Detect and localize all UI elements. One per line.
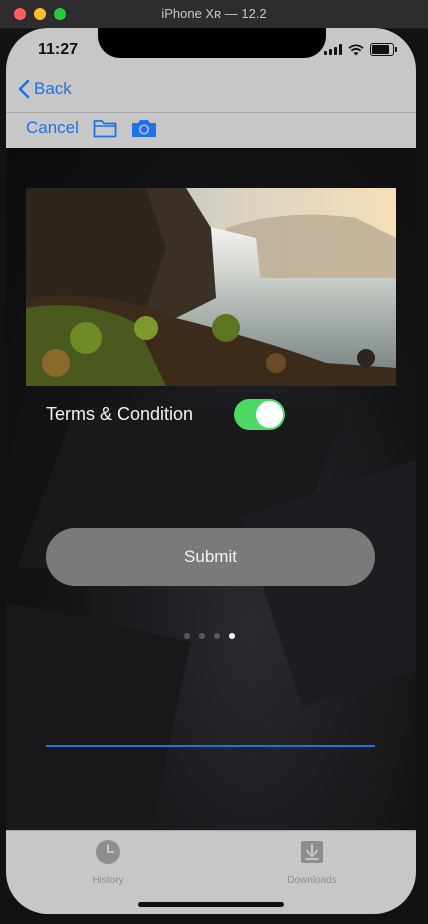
iphone-frame: 11:27 Back Cancel Terms & Condition Subm… (6, 28, 416, 914)
folder-icon[interactable] (93, 117, 117, 139)
tab-downloads[interactable]: Downloads (252, 839, 372, 886)
tab-history[interactable]: History (48, 839, 168, 886)
clock-icon (96, 840, 120, 864)
cellular-signal-icon (324, 44, 342, 55)
page-dot[interactable] (184, 633, 190, 639)
back-label: Back (34, 79, 72, 98)
cancel-button[interactable]: Cancel (26, 118, 79, 138)
back-button[interactable]: Back (18, 79, 72, 99)
toggle-knob (256, 401, 283, 428)
device-notch (98, 28, 326, 58)
status-icons (324, 43, 397, 56)
page-indicator (184, 633, 235, 639)
waterfall-image (26, 188, 396, 386)
tab-downloads-label: Downloads (287, 875, 337, 886)
wifi-icon (348, 43, 364, 55)
main-content: Terms & Condition Submit (6, 148, 416, 830)
nav-divider (6, 112, 416, 113)
window-title: iPhone Xʀ — 12.2 (161, 6, 267, 21)
toolbar: Cancel (26, 116, 157, 140)
terms-label: Terms & Condition (46, 404, 194, 424)
page-dot-active[interactable] (229, 633, 235, 639)
status-time: 11:27 (38, 41, 79, 58)
chevron-left-icon (18, 79, 30, 99)
download-icon (301, 841, 323, 863)
mac-window-titlebar: iPhone Xʀ — 12.2 (0, 0, 428, 29)
battery-icon (370, 43, 397, 56)
tab-history-label: History (92, 875, 124, 886)
input-underline[interactable] (46, 745, 375, 747)
page-dot[interactable] (214, 633, 220, 639)
home-indicator[interactable] (138, 902, 284, 907)
camera-icon[interactable] (131, 117, 157, 139)
background-shape (6, 600, 191, 830)
terms-toggle[interactable] (234, 399, 285, 430)
tab-bar: History Downloads (6, 830, 416, 914)
submit-button[interactable]: Submit (46, 528, 375, 586)
navigation-area: 11:27 Back Cancel (6, 28, 416, 148)
page-dot[interactable] (199, 633, 205, 639)
